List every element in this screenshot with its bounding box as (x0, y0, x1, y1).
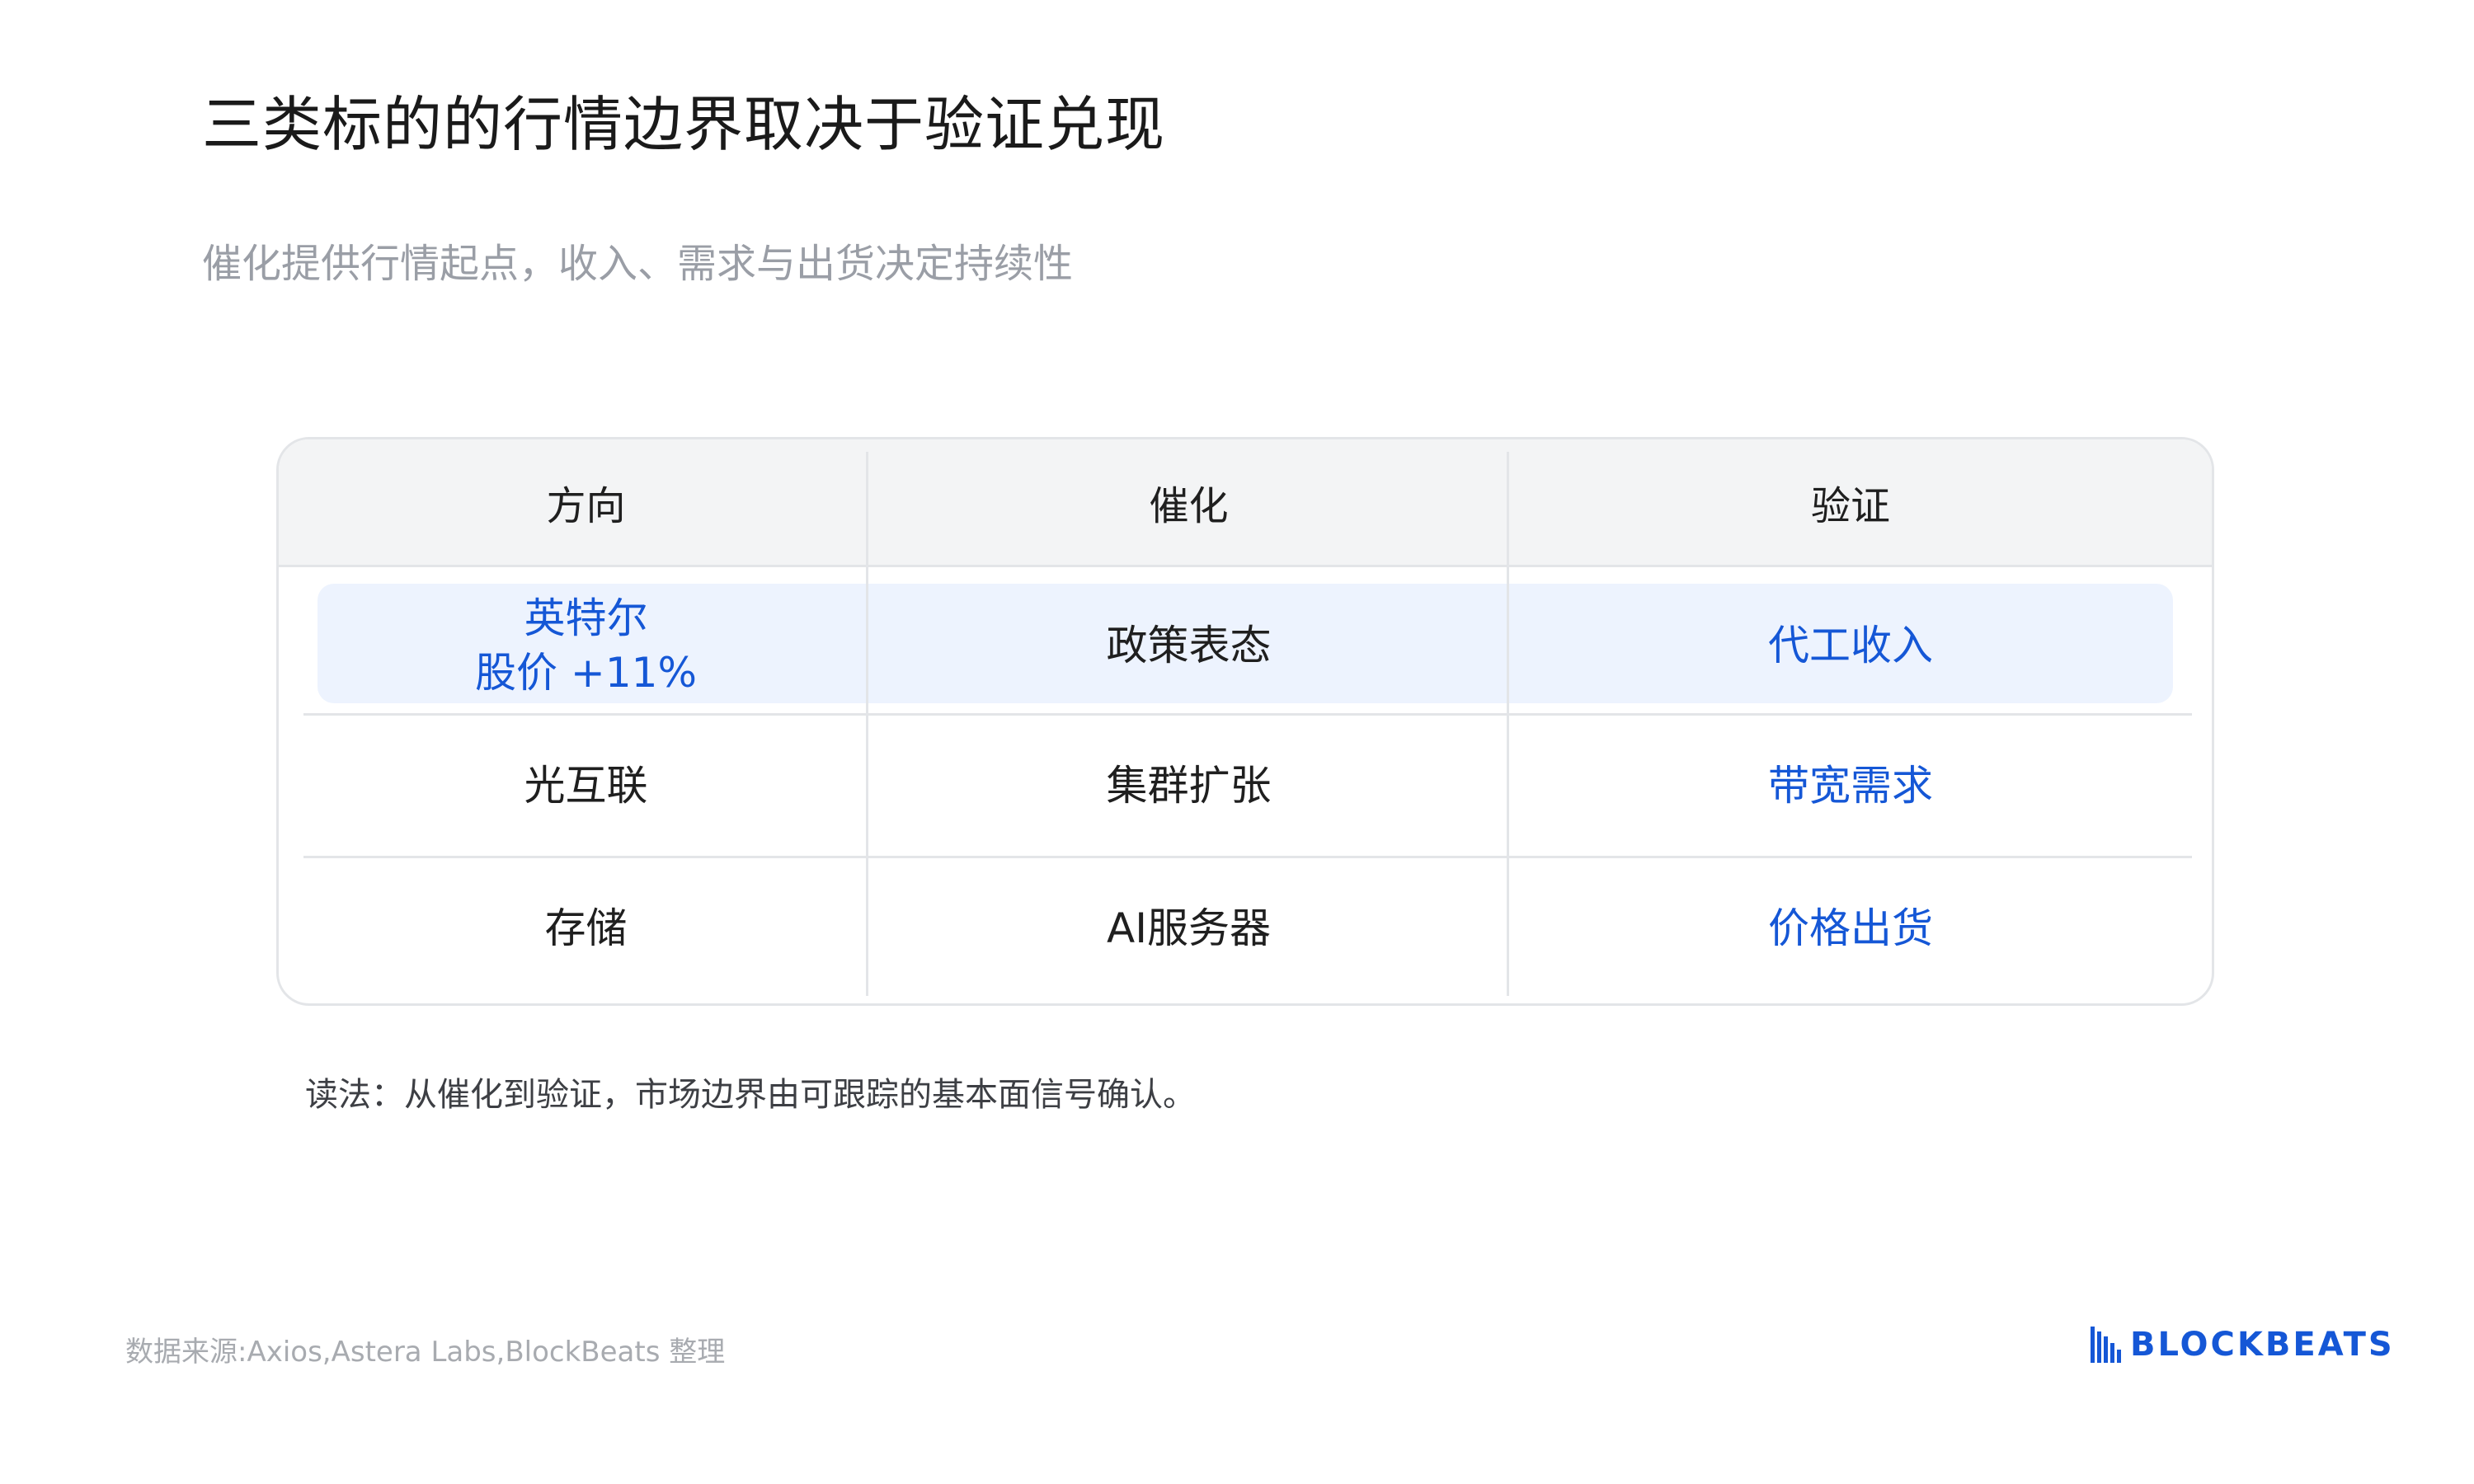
column-header-catalyst: 催化 (1149, 483, 1229, 529)
table-row-3-direction: 存储 (544, 904, 628, 952)
data-table: 方向 催化 验证 英特尔 股价 +11% 政策表态 代工收入 光互联 集群扩张 … (276, 437, 2214, 1006)
logo-bars-icon (2091, 1327, 2121, 1363)
column-header-direction: 方向 (546, 483, 626, 529)
direction-line-2: 股价 +11% (475, 649, 697, 697)
table-row-2-catalyst: 集群扩张 (1106, 762, 1272, 810)
page-subtitle: 催化提供行情起点，收入、需求与出货决定持续性 (202, 241, 1074, 287)
blockbeats-logo: BLOCKBEATS (2091, 1326, 2395, 1364)
table-row-1-verification: 代工收入 (1768, 622, 1933, 669)
column-header-verification: 验证 (1810, 483, 1890, 529)
table-row-2-verification: 带宽需求 (1768, 762, 1933, 810)
page-title: 三类标的的行情边界取决于验证兑现 (202, 90, 1166, 159)
table-row-3-verification: 价格出货 (1768, 904, 1933, 952)
table-header: 方向 催化 验证 (279, 439, 2212, 567)
reading-note: 读法：从催化到验证，市场边界由可跟踪的基本面信号确认。 (305, 1076, 1196, 1114)
logo-text: BLOCKBEATS (2130, 1326, 2395, 1364)
table-row-1-direction: 英特尔 股价 +11% (303, 580, 868, 711)
source-credit: 数据来源:Axios,Astera Labs,BlockBeats 整理 (125, 1336, 726, 1369)
table-row-2-direction: 光互联 (524, 762, 648, 810)
table-row-3-catalyst: AI服务器 (1107, 904, 1271, 952)
table-row-1-catalyst: 政策表态 (1106, 622, 1272, 669)
direction-line-1: 英特尔 (524, 594, 648, 642)
